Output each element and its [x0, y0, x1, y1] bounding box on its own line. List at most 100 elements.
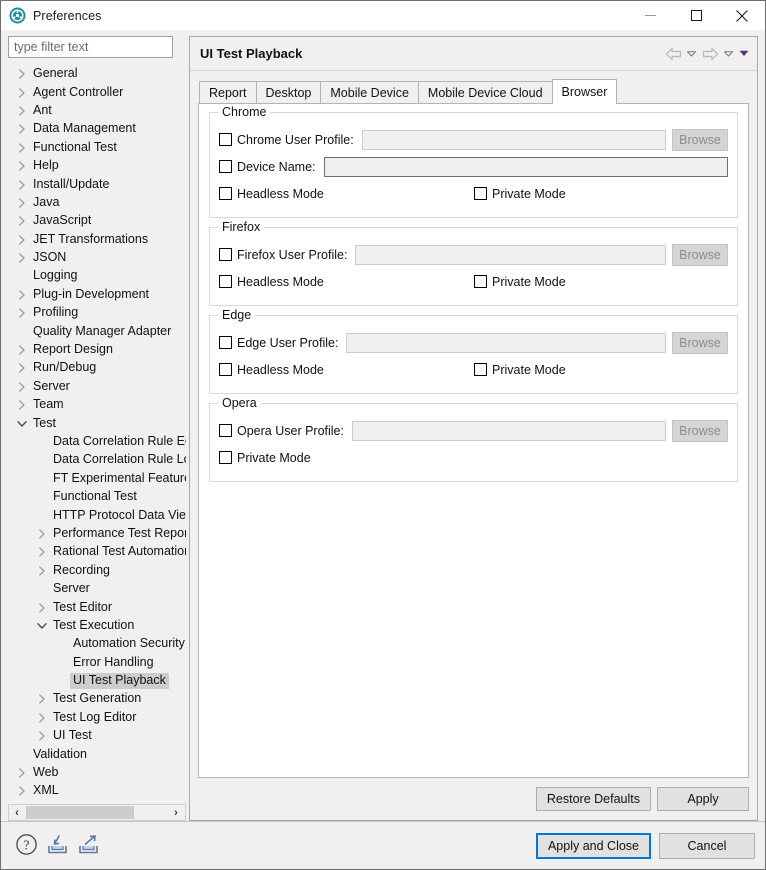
sidebar-item-agent-controller[interactable]: Agent Controller: [8, 83, 186, 101]
opera-user-profile-input[interactable]: [352, 421, 666, 441]
sidebar-item-run-debug[interactable]: Run/Debug: [8, 359, 186, 377]
sidebar-item-functional-test[interactable]: Functional Test: [8, 488, 186, 506]
sidebar-item-web[interactable]: Web: [8, 764, 186, 782]
sidebar-item-data-management[interactable]: Data Management: [8, 120, 186, 138]
chevron-right-icon[interactable]: [14, 235, 30, 245]
chevron-right-icon[interactable]: [34, 713, 50, 723]
sidebar-item-server[interactable]: Server: [8, 378, 186, 396]
sidebar-item-quality-manager-adapter[interactable]: Quality Manager Adapter: [8, 322, 186, 340]
chrome-browse-button[interactable]: Browse: [672, 129, 728, 151]
scroll-left-arrow[interactable]: ‹: [9, 805, 25, 820]
sidebar-item-test-execution[interactable]: Test Execution: [8, 617, 186, 635]
firefox-browse-button[interactable]: Browse: [672, 244, 728, 266]
sidebar-item-help[interactable]: Help: [8, 157, 186, 175]
chevron-right-icon[interactable]: [14, 88, 30, 98]
chevron-right-icon[interactable]: [34, 547, 50, 557]
forward-arrow-icon[interactable]: [700, 43, 720, 65]
apply-and-close-button[interactable]: Apply and Close: [536, 833, 651, 859]
sidebar-item-jet-transformations[interactable]: JET Transformations: [8, 231, 186, 249]
firefox-private-checkbox[interactable]: [474, 275, 487, 288]
chevron-right-icon[interactable]: [14, 345, 30, 355]
sidebar-item-test-editor[interactable]: Test Editor: [8, 598, 186, 616]
tab-desktop[interactable]: Desktop: [256, 81, 322, 103]
chevron-right-icon[interactable]: [14, 290, 30, 300]
sidebar-item-error-handling[interactable]: Error Handling: [8, 654, 186, 672]
sidebar-item-test-generation[interactable]: Test Generation: [8, 690, 186, 708]
chevron-down-icon[interactable]: [34, 622, 50, 630]
export-preferences-icon[interactable]: [77, 833, 100, 859]
chrome-device-name-input[interactable]: [324, 157, 729, 177]
sidebar-item-ant[interactable]: Ant: [8, 102, 186, 120]
chrome-user-profile-input[interactable]: [362, 130, 666, 150]
sidebar-item-data-correlation-rule-editor[interactable]: Data Correlation Rule Editor: [8, 433, 186, 451]
firefox-user-profile-checkbox[interactable]: [219, 248, 232, 261]
chevron-right-icon[interactable]: [14, 161, 30, 171]
chevron-right-icon[interactable]: [14, 198, 30, 208]
sidebar-item-test-log-editor[interactable]: Test Log Editor: [8, 709, 186, 727]
edge-user-profile-input[interactable]: [346, 333, 666, 353]
sidebar-item-profiling[interactable]: Profiling: [8, 304, 186, 322]
chevron-right-icon[interactable]: [34, 694, 50, 704]
opera-browse-button[interactable]: Browse: [672, 420, 728, 442]
sidebar-item-functional-test[interactable]: Functional Test: [8, 139, 186, 157]
chevron-right-icon[interactable]: [14, 253, 30, 263]
sidebar-item-javascript[interactable]: JavaScript: [8, 212, 186, 230]
cancel-button[interactable]: Cancel: [659, 833, 755, 859]
back-dropdown-chevron-down-icon[interactable]: [685, 43, 698, 65]
sidebar-item-ui-test[interactable]: UI Test: [8, 727, 186, 745]
firefox-user-profile-input[interactable]: [355, 245, 666, 265]
chevron-right-icon[interactable]: [34, 529, 50, 539]
chevron-right-icon[interactable]: [34, 566, 50, 576]
sidebar-item-xml[interactable]: XML: [8, 782, 186, 800]
scrollbar-thumb[interactable]: [26, 806, 134, 819]
sidebar-item-java[interactable]: Java: [8, 194, 186, 212]
chevron-right-icon[interactable]: [14, 786, 30, 796]
chevron-right-icon[interactable]: [34, 603, 50, 613]
preferences-tree[interactable]: GeneralAgent ControllerAntData Managemen…: [8, 65, 186, 804]
chrome-user-profile-checkbox[interactable]: [219, 133, 232, 146]
forward-dropdown-chevron-down-icon[interactable]: [722, 43, 735, 65]
firefox-headless-checkbox[interactable]: [219, 275, 232, 288]
chevron-right-icon[interactable]: [14, 216, 30, 226]
tab-mobile-device[interactable]: Mobile Device: [320, 81, 419, 103]
import-preferences-icon[interactable]: [46, 833, 69, 859]
sidebar-item-recording[interactable]: Recording: [8, 562, 186, 580]
apply-button[interactable]: Apply: [657, 787, 749, 811]
minimize-button[interactable]: [627, 1, 673, 30]
sidebar-item-performance-test-report[interactable]: Performance Test Report: [8, 525, 186, 543]
chevron-right-icon[interactable]: [14, 180, 30, 190]
chevron-right-icon[interactable]: [14, 768, 30, 778]
chevron-right-icon[interactable]: [14, 106, 30, 116]
opera-private-checkbox[interactable]: [219, 451, 232, 464]
chevron-right-icon[interactable]: [14, 308, 30, 318]
menu-chevron-down-filled-icon[interactable]: [737, 43, 750, 65]
chevron-right-icon[interactable]: [34, 731, 50, 741]
back-arrow-icon[interactable]: [663, 43, 683, 65]
restore-defaults-button[interactable]: Restore Defaults: [536, 787, 651, 811]
edge-user-profile-checkbox[interactable]: [219, 336, 232, 349]
sidebar-item-automation-security[interactable]: Automation Security: [8, 635, 186, 653]
sidebar-item-report-design[interactable]: Report Design: [8, 341, 186, 359]
chrome-private-checkbox[interactable]: [474, 187, 487, 200]
maximize-button[interactable]: [673, 1, 719, 30]
scroll-right-arrow[interactable]: ›: [168, 805, 184, 820]
edge-private-checkbox[interactable]: [474, 363, 487, 376]
chevron-down-icon[interactable]: [14, 420, 30, 428]
sidebar-item-general[interactable]: General: [8, 65, 186, 83]
sidebar-item-server[interactable]: Server: [8, 580, 186, 598]
sidebar-item-plug-in-development[interactable]: Plug-in Development: [8, 286, 186, 304]
edge-browse-button[interactable]: Browse: [672, 332, 728, 354]
tab-mobile-device-cloud[interactable]: Mobile Device Cloud: [418, 81, 553, 103]
sidebar-item-team[interactable]: Team: [8, 396, 186, 414]
chevron-right-icon[interactable]: [14, 143, 30, 153]
sidebar-item-test[interactable]: Test: [8, 414, 186, 432]
filter-input[interactable]: [8, 36, 173, 58]
sidebar-item-install-update[interactable]: Install/Update: [8, 175, 186, 193]
tab-browser[interactable]: Browser: [552, 79, 618, 104]
chrome-headless-checkbox[interactable]: [219, 187, 232, 200]
sidebar-item-ui-test-playback[interactable]: UI Test Playback: [8, 672, 186, 690]
chevron-right-icon[interactable]: [14, 400, 30, 410]
sidebar-item-validation[interactable]: Validation: [8, 745, 186, 763]
tab-report[interactable]: Report: [199, 81, 257, 103]
edge-headless-checkbox[interactable]: [219, 363, 232, 376]
